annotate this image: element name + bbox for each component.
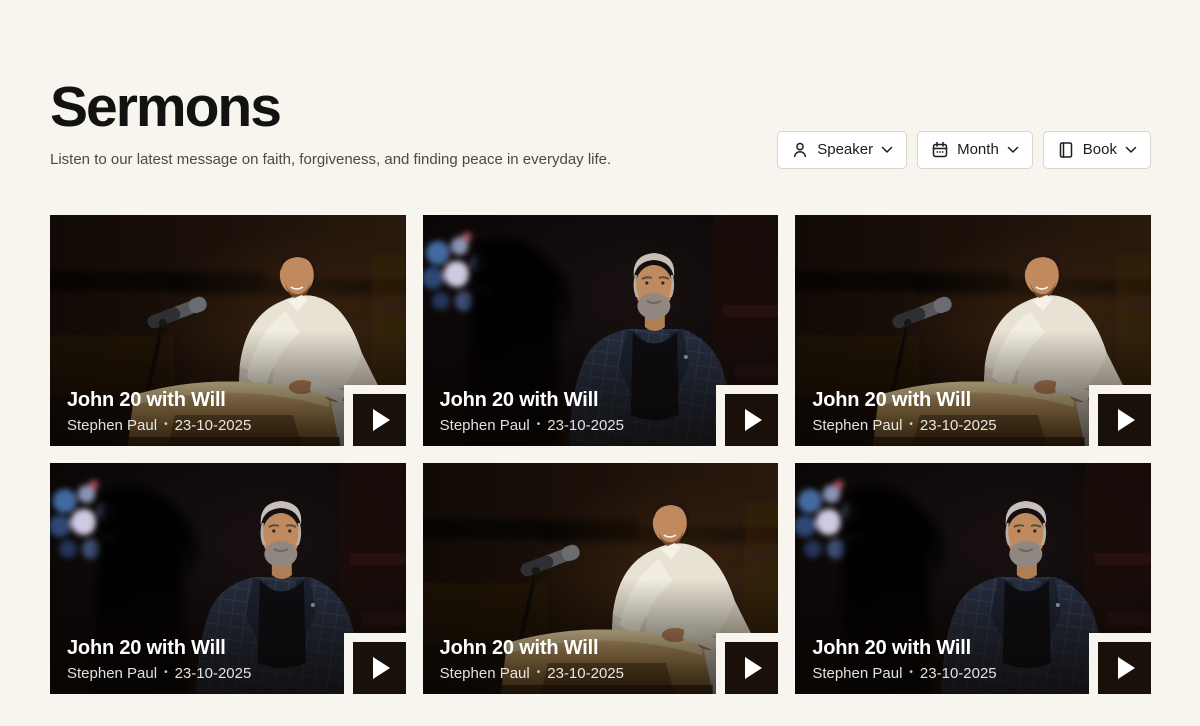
user-icon [791, 141, 809, 159]
play-icon [745, 409, 762, 431]
sermon-title: John 20 with Will [812, 637, 996, 660]
page-subtitle: Listen to our latest message on faith, f… [50, 151, 611, 169]
header-text-block: Sermons Listen to our latest message on … [50, 76, 611, 169]
play-icon [745, 657, 762, 679]
meta-separator: • [537, 420, 541, 430]
meta-separator: • [909, 668, 913, 678]
calendar-icon [931, 141, 949, 159]
sermon-speaker: Stephen Paul [440, 665, 530, 682]
play-icon [1118, 657, 1135, 679]
play-button[interactable] [1089, 385, 1151, 446]
sermon-speaker: Stephen Paul [67, 665, 157, 682]
sermon-card-text: John 20 with Will Stephen Paul • 23-10-2… [440, 389, 624, 434]
chevron-down-icon [1125, 146, 1137, 154]
sermon-card-text: John 20 with Will Stephen Paul • 23-10-2… [67, 637, 251, 682]
play-button[interactable] [716, 633, 778, 694]
play-button[interactable] [344, 385, 406, 446]
page-header: Sermons Listen to our latest message on … [50, 0, 1151, 169]
sermon-date: 23-10-2025 [175, 417, 252, 434]
play-icon [373, 657, 390, 679]
meta-separator: • [537, 668, 541, 678]
month-filter-button[interactable]: Month [917, 131, 1033, 169]
chevron-down-icon [881, 146, 893, 154]
filter-label: Book [1083, 141, 1117, 158]
sermon-speaker: Stephen Paul [67, 417, 157, 434]
meta-separator: • [164, 420, 168, 430]
meta-separator: • [909, 420, 913, 430]
book-filter-button[interactable]: Book [1043, 131, 1151, 169]
page-title: Sermons [50, 76, 611, 139]
sermon-title: John 20 with Will [67, 637, 251, 660]
play-icon [373, 409, 390, 431]
sermon-card-text: John 20 with Will Stephen Paul • 23-10-2… [440, 637, 624, 682]
sermon-grid: John 20 with Will Stephen Paul • 23-10-2… [50, 215, 1151, 694]
filter-label: Speaker [817, 141, 873, 158]
sermon-card[interactable]: John 20 with Will Stephen Paul • 23-10-2… [50, 215, 406, 446]
sermon-date: 23-10-2025 [175, 665, 252, 682]
play-icon [1118, 409, 1135, 431]
meta-separator: • [164, 668, 168, 678]
sermon-card[interactable]: John 20 with Will Stephen Paul • 23-10-2… [795, 215, 1151, 446]
sermon-title: John 20 with Will [440, 389, 624, 412]
sermon-card-text: John 20 with Will Stephen Paul • 23-10-2… [812, 389, 996, 434]
speaker-filter-button[interactable]: Speaker [777, 131, 907, 169]
sermon-date: 23-10-2025 [920, 417, 997, 434]
play-button[interactable] [344, 633, 406, 694]
sermon-card[interactable]: John 20 with Will Stephen Paul • 23-10-2… [423, 215, 779, 446]
filter-bar: Speaker Month [777, 131, 1151, 169]
sermon-date: 23-10-2025 [920, 665, 997, 682]
sermon-card[interactable]: John 20 with Will Stephen Paul • 23-10-2… [423, 463, 779, 694]
sermons-page: Sermons Listen to our latest message on … [0, 0, 1200, 726]
sermon-card-text: John 20 with Will Stephen Paul • 23-10-2… [67, 389, 251, 434]
sermon-title: John 20 with Will [67, 389, 251, 412]
filter-label: Month [957, 141, 999, 158]
sermon-card[interactable]: John 20 with Will Stephen Paul • 23-10-2… [795, 463, 1151, 694]
sermon-speaker: Stephen Paul [812, 665, 902, 682]
play-button[interactable] [1089, 633, 1151, 694]
book-icon [1057, 141, 1075, 159]
sermon-speaker: Stephen Paul [440, 417, 530, 434]
sermon-title: John 20 with Will [440, 637, 624, 660]
sermon-card-text: John 20 with Will Stephen Paul • 23-10-2… [812, 637, 996, 682]
sermon-date: 23-10-2025 [547, 417, 624, 434]
chevron-down-icon [1007, 146, 1019, 154]
play-button[interactable] [716, 385, 778, 446]
sermon-speaker: Stephen Paul [812, 417, 902, 434]
sermon-card[interactable]: John 20 with Will Stephen Paul • 23-10-2… [50, 463, 406, 694]
sermon-title: John 20 with Will [812, 389, 996, 412]
sermon-date: 23-10-2025 [547, 665, 624, 682]
